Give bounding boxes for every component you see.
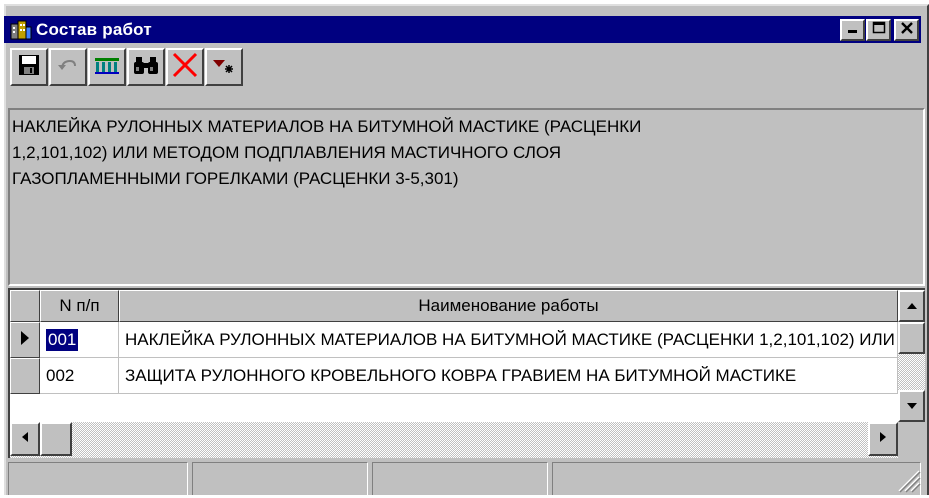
new-record-button[interactable] <box>205 48 243 86</box>
horizontal-scroll-thumb[interactable] <box>40 422 72 456</box>
title-bar[interactable]: Состав работ <box>4 16 921 43</box>
arrow-down-icon <box>906 397 918 415</box>
scroll-corner <box>898 422 925 458</box>
header-indicator-cell <box>10 290 40 322</box>
cell-number-text: 001 <box>46 328 79 351</box>
minimize-button[interactable] <box>840 19 865 41</box>
undo-arrow-icon <box>56 53 80 82</box>
grid-header: N п/п Наименование работы <box>10 290 898 322</box>
close-button[interactable] <box>894 19 919 41</box>
columns-button[interactable] <box>88 48 126 86</box>
scroll-right-button[interactable] <box>868 422 898 456</box>
undo-button[interactable] <box>49 48 87 86</box>
arrow-star-icon <box>211 53 237 82</box>
status-panel-2 <box>192 462 368 495</box>
close-icon <box>900 21 914 40</box>
cell-number[interactable]: 001 <box>40 322 119 358</box>
vertical-scroll-thumb[interactable] <box>898 322 925 354</box>
find-button[interactable] <box>127 48 165 86</box>
table-row[interactable]: 002 ЗАЩИТА РУЛОННОГО КРОВЕЛЬНОГО КОВРА Г… <box>10 358 898 394</box>
works-grid: N п/п Наименование работы 001 НАКЛЕЙКА Р… <box>8 288 925 458</box>
horizontal-scrollbar[interactable] <box>10 422 898 458</box>
table-columns-icon <box>93 53 121 82</box>
scroll-left-button[interactable] <box>10 422 40 456</box>
arrow-left-icon <box>21 430 29 448</box>
status-panel-1 <box>8 462 188 495</box>
save-button[interactable] <box>10 48 48 86</box>
minimize-icon <box>846 21 860 39</box>
table-row[interactable]: 001 НАКЛЕЙКА РУЛОННЫХ МАТЕРИАЛОВ НА БИТУ… <box>10 322 898 358</box>
delete-button[interactable] <box>166 48 204 86</box>
cell-number[interactable]: 002 <box>40 358 119 394</box>
vertical-scrollbar[interactable] <box>898 290 925 422</box>
status-panel-3 <box>372 462 548 495</box>
cell-name[interactable]: ЗАЩИТА РУЛОННОГО КРОВЕЛЬНОГО КОВРА ГРАВИ… <box>119 358 898 394</box>
status-panel-4 <box>552 462 921 495</box>
column-header-name[interactable]: Наименование работы <box>119 290 898 322</box>
maximize-button[interactable] <box>866 19 891 41</box>
building-icon <box>10 20 32 40</box>
resize-grip-icon[interactable] <box>895 467 921 493</box>
scroll-down-button[interactable] <box>898 390 925 422</box>
cell-name[interactable]: НАКЛЕЙКА РУЛОННЫХ МАТЕРИАЛОВ НА БИТУМНОЙ… <box>119 322 898 358</box>
floppy-disk-icon <box>17 53 41 82</box>
status-bar <box>8 462 925 495</box>
maximize-icon <box>872 21 886 40</box>
red-x-icon <box>171 51 199 84</box>
current-row-indicator <box>10 322 40 358</box>
arrow-up-icon <box>906 297 918 315</box>
arrow-right-icon <box>879 430 887 448</box>
row-pointer-icon <box>20 330 30 351</box>
work-description-memo[interactable]: НАКЛЕЙКА РУЛОННЫХ МАТЕРИАЛОВ НА БИТУМНОЙ… <box>8 108 925 286</box>
toolbar <box>10 48 244 88</box>
column-header-number[interactable]: N п/п <box>40 290 119 322</box>
row-indicator <box>10 358 40 394</box>
scroll-up-button[interactable] <box>898 290 925 322</box>
binoculars-icon <box>133 53 159 82</box>
window-title: Состав работ <box>36 19 152 39</box>
